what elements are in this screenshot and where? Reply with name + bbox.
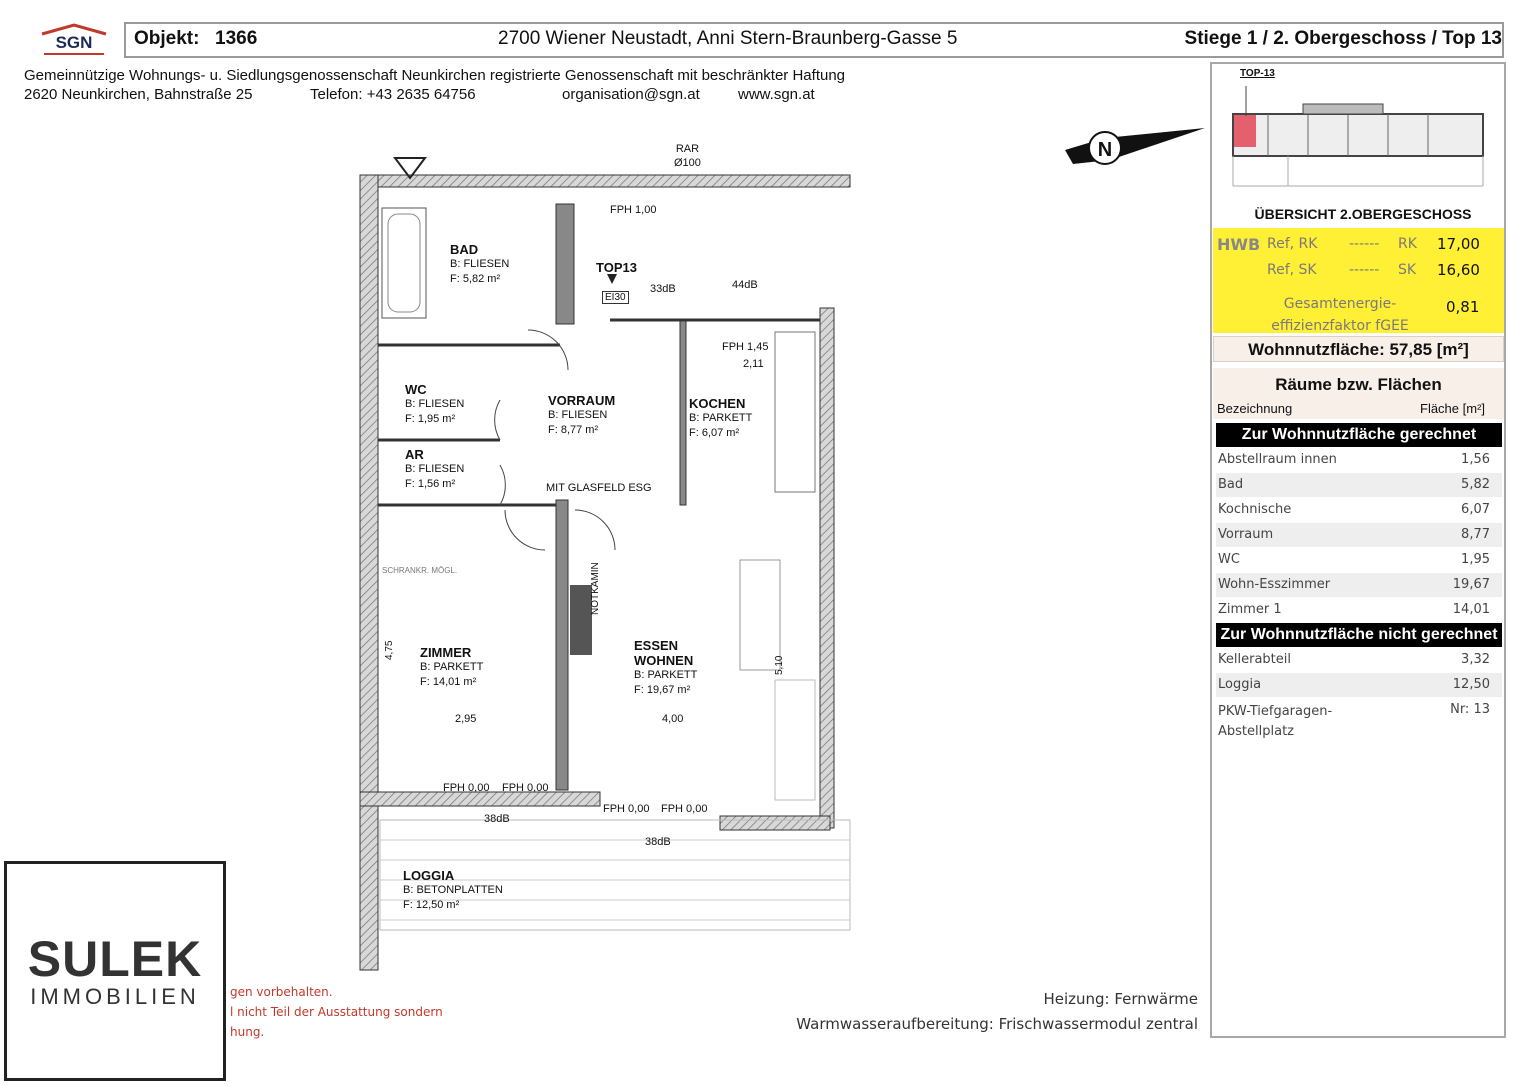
unit-location: Stiege 1 / 2. Obergeschoss / Top 13 <box>1184 28 1502 49</box>
hwb-label: HWB <box>1217 235 1261 254</box>
disclaimer-line-1: gen vorbehalten. <box>230 985 333 999</box>
sgn-logo: SGN <box>30 22 118 62</box>
table-row: Loggia 12,50 <box>1216 673 1502 697</box>
table-row: Bad 5,82 <box>1216 473 1502 497</box>
cooperative-phone: Telefon: +43 2635 64756 <box>310 86 476 103</box>
table-row: WC 1,95 <box>1218 552 1490 567</box>
plan-dim-475: 4,75 <box>384 640 395 660</box>
table-row: Zimmer 1 14,01 <box>1218 602 1490 617</box>
plan-db38b: 38dB <box>645 836 671 848</box>
overview-title: ÜBERSICHT 2.OBERGESCHOSS <box>1254 206 1472 222</box>
plan-fph-000c: FPH 0,00 <box>603 803 650 815</box>
room-bad: BAD B: FLIESEN F: 5,82 m² <box>450 242 510 285</box>
cooperative-name: Gemeinnützige Wohnungs- u. Siedlungsgeno… <box>24 67 846 84</box>
hwb-sk-value: 16,60 <box>1437 261 1480 279</box>
plan-fph-000d: FPH 0,00 <box>661 803 708 815</box>
table-row: Kochnische 6,07 <box>1218 502 1490 517</box>
section-included: Zur Wohnnutzfläche gerechnet <box>1216 423 1502 447</box>
plan-fph-145: FPH 1,45 <box>722 341 769 353</box>
hwb-ref-rk: Ref, RK <box>1267 236 1318 252</box>
table-row: Abstellraum innen 1,56 <box>1218 452 1490 467</box>
cooperative-address: 2620 Neunkirchen, Bahnstraße 25 <box>24 86 253 103</box>
overview-badge: TOP-13 <box>1240 68 1275 79</box>
hwb-sk: SK <box>1398 262 1417 278</box>
room-zimmer: ZIMMER B: PARKETT F: 14,01 m² <box>420 645 484 688</box>
objekt-label: Objekt: <box>134 28 200 49</box>
room-vorraum: VORRAUM B: FLIESEN F: 8,77 m² <box>548 393 616 436</box>
hwb-rk-value: 17,00 <box>1437 235 1480 253</box>
plan-fph-000b: FPH 0,00 <box>502 782 549 794</box>
room-loggia: LOGGIA B: BETONPLATTEN F: 12,50 m² <box>403 868 503 911</box>
disclaimer-line-3: hung. <box>230 1025 265 1039</box>
disclaimer-line-2: l nicht Teil der Ausstattung sondern <box>230 1005 443 1019</box>
north-arrow-icon: N <box>1065 120 1205 185</box>
hwb-dash-1: ------ <box>1349 236 1380 252</box>
room-ar: AR B: FLIESEN F: 1,56 m² <box>405 447 465 490</box>
plan-fph-000a: FPH 0,00 <box>443 782 490 794</box>
cooperative-email[interactable]: organisation@sgn.at <box>562 86 700 103</box>
plan-dim-295: 2,95 <box>455 713 477 725</box>
rooms-title: Räume bzw. Flächen <box>1275 375 1442 394</box>
hwb-dash-2: ------ <box>1349 262 1380 278</box>
plan-dim-400: 4,00 <box>662 713 684 725</box>
property-address: 2700 Wiener Neustadt, Anni Stern-Braunbe… <box>498 28 958 49</box>
fgee-value: 0,81 <box>1446 298 1480 316</box>
svg-text:SGN: SGN <box>56 33 93 52</box>
table-row: PKW-Tiefgaragen- Abstellplatz Nr: 13 <box>1218 702 1490 739</box>
hwb-rk: RK <box>1398 236 1417 252</box>
plan-fph-100: FPH 1,00 <box>610 204 657 216</box>
sulek-logo-subtitle: IMMOBILIEN <box>30 984 200 1009</box>
floor-plan <box>320 120 855 975</box>
plan-schrank-label: SCHRANKR. MÖGL. <box>382 566 458 575</box>
plan-rar: RAR Ø100 <box>674 143 701 169</box>
cooperative-website[interactable]: www.sgn.at <box>738 86 815 103</box>
overview-map <box>1228 86 1490 203</box>
plan-notkamin-label: NOTKAMIN <box>590 562 601 615</box>
room-wc: WC B: FLIESEN F: 1,95 m² <box>405 382 465 425</box>
room-kochen: KOCHEN B: PARKETT F: 6,07 m² <box>689 396 753 439</box>
sulek-logo: SULEK <box>27 931 203 987</box>
plan-db44: 44dB <box>732 279 758 291</box>
plan-top-label: TOP13 <box>596 260 637 275</box>
svg-text:N: N <box>1098 139 1112 161</box>
plan-dim-510: 5,10 <box>774 655 785 675</box>
plan-ei30: EI30 <box>602 291 629 304</box>
hot-water-info: Warmwasseraufbereitung: Frischwassermodu… <box>796 1015 1198 1033</box>
table-row: Vorraum 8,77 <box>1216 523 1502 547</box>
table-row: Wohn-Esszimmer 19,67 <box>1216 573 1502 597</box>
hwb-ref-sk: Ref, SK <box>1267 262 1317 278</box>
heating-info: Heizung: Fernwärme <box>1043 990 1198 1008</box>
objekt-number: 1366 <box>215 28 258 49</box>
column-name: Bezeichnung <box>1217 401 1293 416</box>
fgee-label: Gesamtenergie-effizienzfaktor fGEE <box>1271 296 1409 334</box>
plan-dim-211: 2,11 <box>743 358 764 370</box>
wohnnutzflaeche: Wohnnutzfläche: 57,85 [m²] <box>1213 336 1504 362</box>
column-area: Fläche [m²] <box>1420 401 1486 416</box>
section-excluded: Zur Wohnnutzfläche nicht gerechnet <box>1216 623 1502 647</box>
table-row: Kellerabteil 3,32 <box>1218 652 1490 667</box>
room-essen-wohnen: ESSEN WOHNEN B: PARKETT F: 19,67 m² <box>634 638 698 696</box>
plan-db33: 33dB <box>650 283 676 295</box>
plan-db38a: 38dB <box>484 813 510 825</box>
plan-glasfeld-label: MIT GLASFELD ESG <box>546 482 652 494</box>
